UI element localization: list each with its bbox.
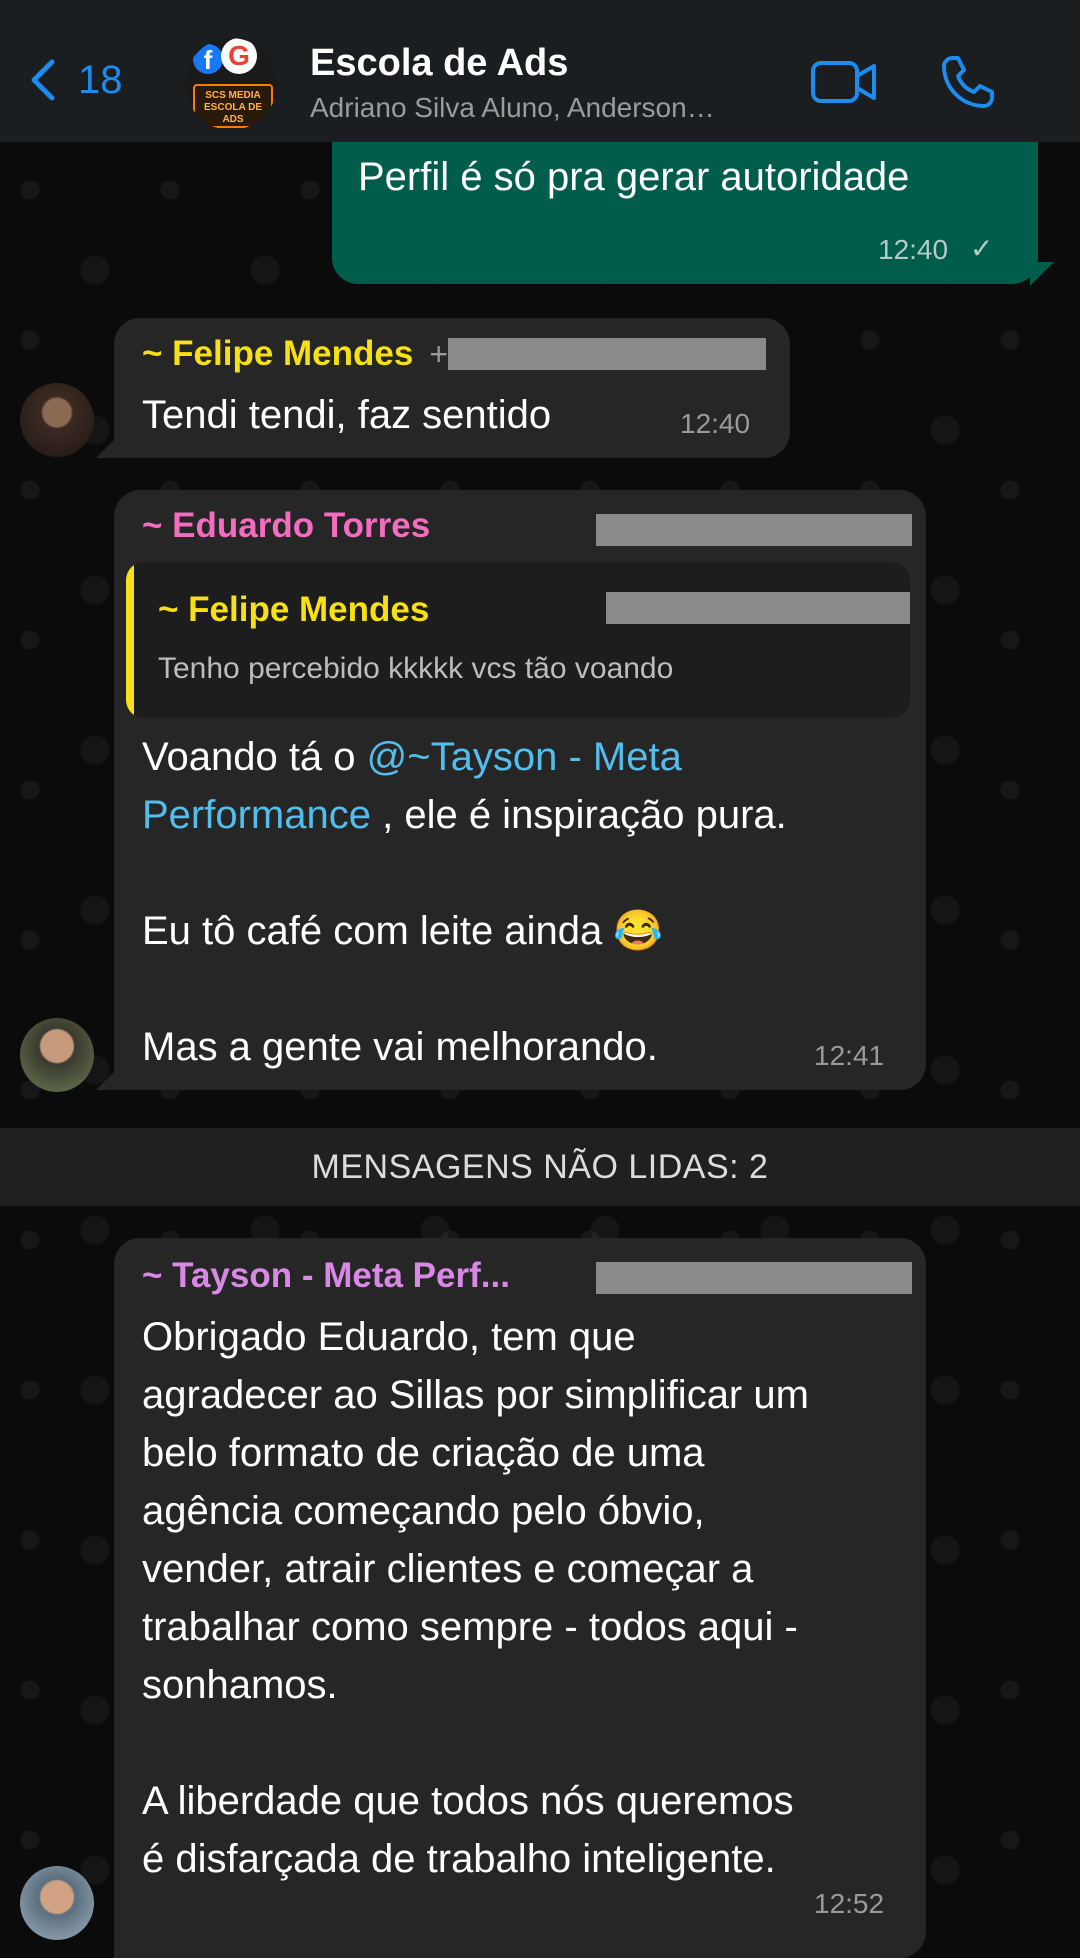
voice-call-button[interactable] (940, 54, 996, 115)
incoming-message-tayson[interactable]: ~ Tayson - Meta Perf... Obrigado Eduardo… (114, 1238, 926, 1958)
group-logo-text: SCS MEDIA ESCOLA DE ADS (193, 84, 273, 128)
quoted-message[interactable]: ~ Felipe Mendes Tenho percebido kkkkk vc… (126, 562, 910, 718)
quoted-sender: ~ Felipe Mendes (158, 590, 430, 629)
incoming-message-felipe[interactable]: ~ Felipe Mendes + Tendi tendi, faz senti… (114, 318, 790, 458)
chat-title[interactable]: Escola de Ads (310, 42, 568, 85)
sender-name[interactable]: ~ Felipe Mendes (142, 334, 413, 374)
chat-header: 18 f G SCS MEDIA ESCOLA DE ADS Escola de… (0, 0, 1080, 142)
incoming-message-eduardo[interactable]: ~ Eduardo Torres ~ Felipe Mendes Tenho p… (114, 490, 926, 1090)
redacted-phone (448, 338, 767, 370)
message-time: 12:41 (814, 1040, 885, 1071)
sender-name[interactable]: ~ Tayson - Meta Perf... (142, 1256, 510, 1296)
outgoing-message[interactable]: Perfil é só pra gerar autoridade 12:40 ✓ (332, 118, 1038, 284)
message-text: Obrigado Eduardo, tem que agradecer ao S… (142, 1315, 809, 1881)
sent-check-icon: ✓ (970, 233, 994, 264)
unread-chats-count: 18 (78, 57, 123, 102)
avatar-tayson[interactable] (20, 1866, 94, 1940)
quoted-text: Tenho percebido kkkkk vcs tão voando (158, 652, 674, 685)
redacted-phone-prefix: + (429, 335, 449, 372)
message-time: 12:40 (680, 408, 751, 439)
bubble-tail (96, 436, 118, 458)
redacted-phone (596, 1262, 912, 1294)
message-text: Tendi tendi, faz sentido (142, 393, 552, 437)
bubble-tail (1030, 262, 1054, 286)
message-time: 12:40 (878, 234, 949, 265)
chevron-left-icon (31, 59, 55, 101)
back-button[interactable]: 18 (28, 56, 123, 104)
sender-name[interactable]: ~ Eduardo Torres (142, 506, 430, 546)
chat-participants[interactable]: Adriano Silva Aluno, Anderson… (310, 92, 790, 124)
chat-area[interactable]: Perfil é só pra gerar autoridade 12:40 ✓… (0, 0, 1080, 1958)
message-time: 12:52 (814, 1888, 885, 1919)
message-text: Voando tá o @~Tayson - Meta Performance … (142, 728, 912, 1076)
video-camera-icon (811, 61, 876, 103)
facebook-logo-icon: f (193, 44, 223, 75)
avatar-felipe[interactable] (20, 383, 94, 457)
redacted-phone (606, 592, 910, 624)
message-text-part: Voando tá o (142, 735, 367, 779)
message-text: Perfil é só pra gerar autoridade (358, 155, 910, 199)
group-avatar[interactable]: f G SCS MEDIA ESCOLA DE ADS (185, 38, 277, 130)
redacted-phone (596, 514, 912, 546)
bubble-tail (96, 1068, 118, 1090)
phone-icon (942, 56, 994, 108)
quote-bar (126, 562, 134, 718)
video-call-button[interactable] (810, 58, 878, 111)
avatar-eduardo[interactable] (20, 1018, 94, 1092)
google-logo-icon: G (221, 38, 257, 74)
unread-divider: MENSAGENS NÃO LIDAS: 2 (0, 1128, 1080, 1206)
